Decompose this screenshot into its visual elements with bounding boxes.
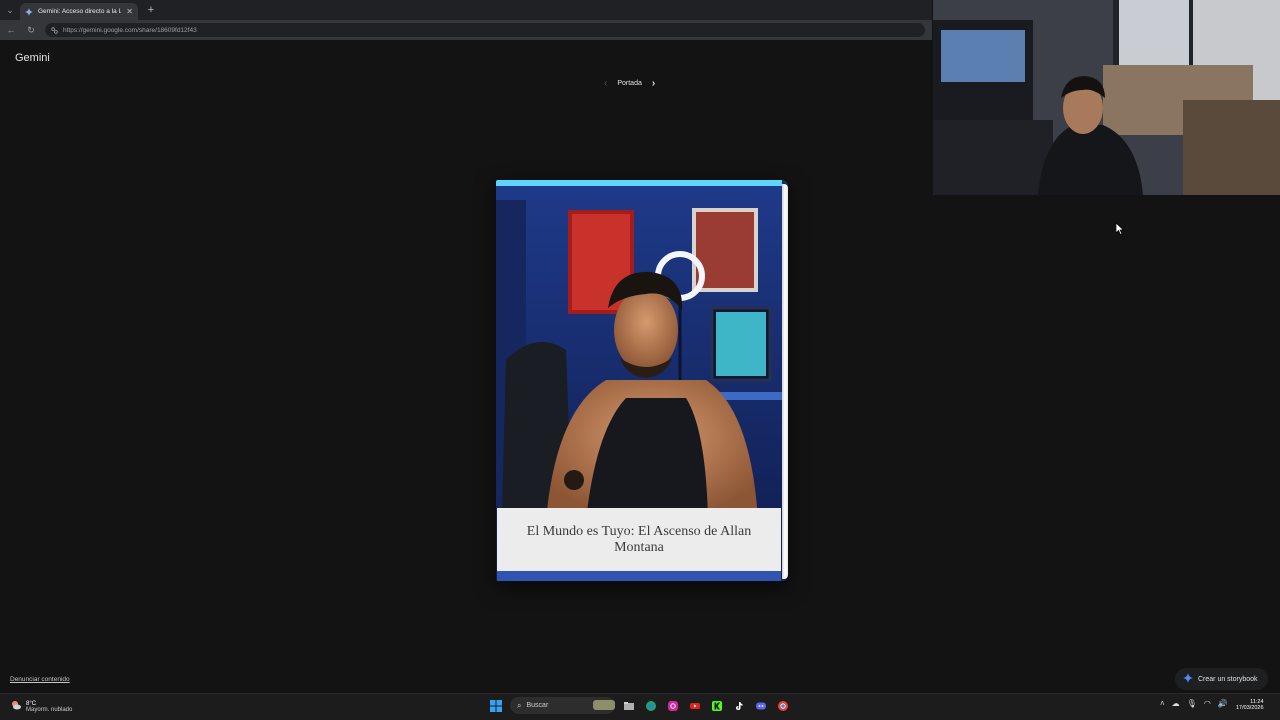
address-bar: ← ↻ https://gemini.google.com/share/1860… (0, 20, 932, 40)
back-button[interactable]: ← (5, 24, 17, 36)
chrome-icon[interactable] (775, 698, 791, 714)
wifi-icon[interactable]: ◠ (1204, 699, 1211, 708)
screen: ⌄ Gemini: Acceso directo a la IA de ✕ + … (0, 0, 1280, 720)
site-info-icon[interactable] (51, 21, 58, 39)
gemini-favicon-icon (25, 7, 33, 16)
weather-icon (10, 698, 22, 716)
search-placeholder: Buscar (526, 702, 549, 709)
youtube-icon[interactable] (687, 698, 703, 714)
storybook-pager: ‹ Portada › (604, 78, 655, 89)
windows-taskbar: 8°C Mayorm. nublado ⌕ Buscar ˄ ☁ 🎙 ◠ 🔊 1… (0, 693, 1280, 720)
instagram-icon[interactable] (665, 698, 681, 714)
weather-widget[interactable]: 8°C Mayorm. nublado (10, 698, 72, 716)
cloud-icon[interactable]: ☁ (1172, 699, 1180, 708)
volume-icon[interactable]: 🔊 (1218, 699, 1228, 708)
create-storybook-button[interactable]: Crear un storybook (1175, 668, 1268, 690)
browser-tab-bar: ⌄ Gemini: Acceso directo a la IA de ✕ + (0, 0, 932, 20)
chevron-left-icon[interactable]: ‹ (604, 78, 607, 89)
clock-date: 17/03/2026 (1236, 705, 1264, 711)
chevron-up-icon[interactable]: ˄ (1160, 699, 1165, 708)
windows-start-icon[interactable] (488, 698, 504, 714)
tab-list-button[interactable]: ⌄ (0, 0, 20, 20)
file-explorer-icon[interactable] (621, 698, 637, 714)
chevron-right-icon[interactable]: › (652, 78, 655, 89)
tab-title: Gemini: Acceso directo a la IA de (38, 8, 121, 15)
discord-icon[interactable] (753, 698, 769, 714)
taskbar-clock[interactable]: 11:24 17/03/2026 (1236, 699, 1264, 711)
tab-close-icon[interactable]: ✕ (126, 7, 133, 16)
new-tab-button[interactable]: + (142, 1, 160, 19)
microphone-icon[interactable]: 🎙 (1187, 699, 1197, 708)
url-text: https://gemini.google.com/share/18609fd1… (63, 26, 197, 34)
browser-tab[interactable]: Gemini: Acceso directo a la IA de ✕ (20, 3, 138, 20)
cover-title: El Mundo es Tuyo: El Ascenso de Allan Mo… (526, 523, 752, 555)
omnibox[interactable]: https://gemini.google.com/share/18609fd1… (45, 23, 925, 37)
pager-label: Portada (617, 80, 642, 87)
webcam-overlay (933, 0, 1280, 195)
taskbar-apps: ⌕ Buscar (488, 697, 791, 714)
mouse-cursor-icon (1116, 223, 1124, 235)
create-storybook-label: Crear un storybook (1198, 675, 1258, 683)
search-highlight-icon (593, 697, 615, 715)
tiktok-icon[interactable] (731, 698, 747, 714)
search-icon: ⌕ (517, 700, 522, 710)
report-content-link[interactable]: Denunciar contenido (10, 676, 70, 683)
taskbar-search[interactable]: ⌕ Buscar (510, 697, 615, 714)
system-tray: ˄ ☁ 🎙 ◠ 🔊 (1160, 699, 1228, 708)
book-pages-edge (782, 184, 788, 579)
gemini-logo[interactable]: Gemini (15, 52, 50, 64)
webcam-feed (933, 0, 1280, 195)
kick-icon[interactable] (709, 698, 725, 714)
cover-title-panel: El Mundo es Tuyo: El Ascenso de Allan Mo… (497, 508, 781, 571)
storybook-cover[interactable]: El Mundo es Tuyo: El Ascenso de Allan Mo… (496, 180, 788, 581)
sparkle-icon (1183, 670, 1193, 688)
edge-browser-icon[interactable] (643, 698, 659, 714)
weather-description: Mayorm. nublado (26, 707, 73, 713)
reload-button[interactable]: ↻ (25, 24, 37, 36)
